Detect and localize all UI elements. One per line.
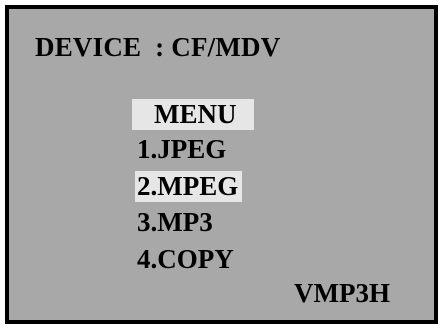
menu-item-mpeg[interactable]: 2.MPEG [135, 171, 243, 202]
osd-screen: DEVICE : CF/MDV MENU 1.JPEG 2.MPEG 3.MP3… [5, 5, 438, 324]
menu-title: MENU [132, 99, 254, 130]
menu-item-copy[interactable]: 4.COPY [137, 244, 234, 275]
model-name-label: VMP3H [294, 278, 390, 308]
menu-item-mp3[interactable]: 3.MP3 [137, 207, 213, 238]
device-source-label: DEVICE : CF/MDV [35, 32, 281, 62]
menu-item-jpeg[interactable]: 1.JPEG [137, 134, 226, 165]
